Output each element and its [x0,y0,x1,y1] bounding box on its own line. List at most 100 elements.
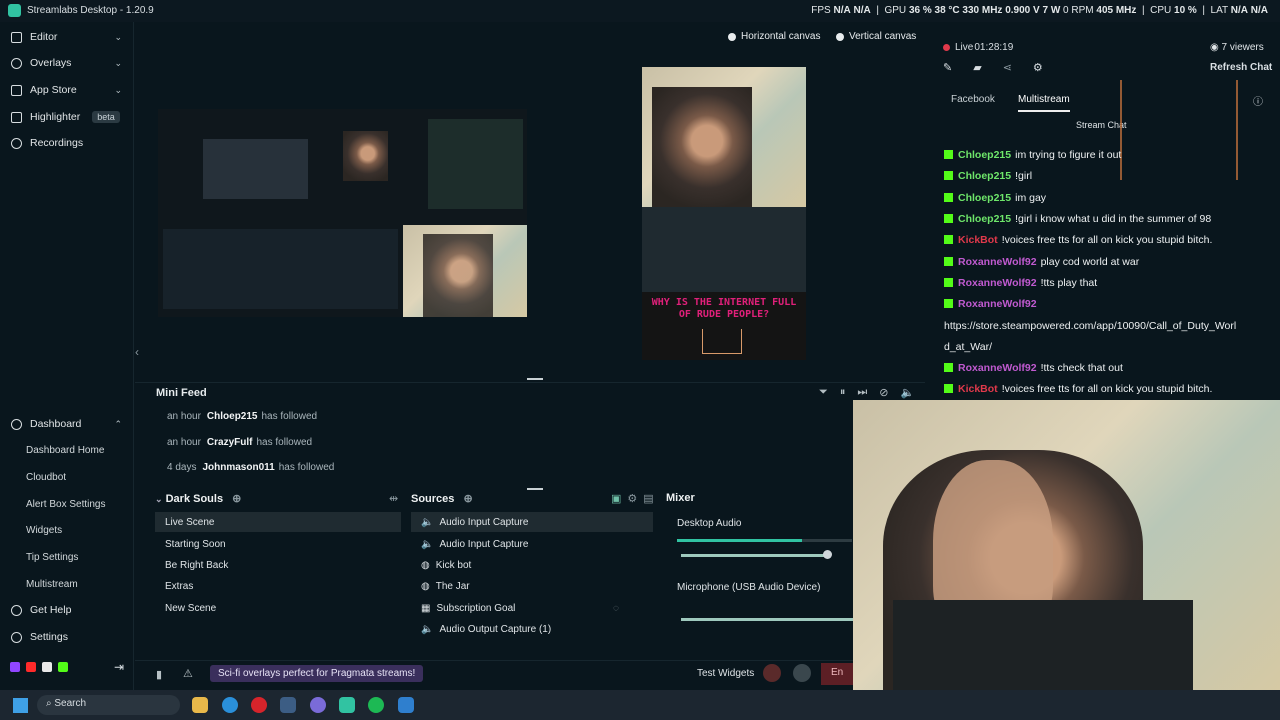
chat-username[interactable]: Chloep215 [958,213,1011,225]
source-item[interactable]: ◍ The Jar [411,576,653,596]
collapse-left-icon[interactable]: ‹ [135,345,139,359]
taskbar-search[interactable]: ⌕ Search [37,695,180,715]
mute-alerts-icon[interactable]: ⊘ [879,386,888,399]
sidebar-subitem-cloudbot[interactable]: Cloudbot [26,472,66,483]
app-icon[interactable] [398,697,414,713]
hidden-eye-icon[interactable]: ◌ [613,603,619,614]
sidebar-item-label: Get Help [30,604,72,616]
promo-banner[interactable]: Sci-fi overlays perfect for Pragmata str… [210,665,424,682]
chat-username[interactable]: KickBot [958,234,998,246]
chat-message: Chloep215 im trying to figure it out [944,145,1274,166]
chat-tab-facebook[interactable]: Facebook [951,94,995,105]
chat-username[interactable]: Chloep215 [958,170,1011,182]
resize-handle[interactable] [527,378,543,380]
sidebar-item-editor[interactable]: Editor ⌄ [0,24,134,50]
sidebar-item-get-help[interactable]: Get Help [0,597,134,623]
vertical-preview[interactable]: WHY IS THE INTERNET FULL OF RUDE PEOPLE? [642,67,806,360]
chat-username[interactable]: Chloep215 [958,192,1011,204]
replay-buffer-button[interactable] [793,664,811,682]
horizontal-canvas-toggle[interactable]: Horizontal canvas [728,31,820,42]
horizontal-preview[interactable] [158,109,527,317]
edge-icon[interactable] [222,697,238,713]
chat-username[interactable]: RoxanneWolf92 [958,256,1037,268]
discord-icon[interactable] [310,697,326,713]
record-button[interactable] [763,664,781,682]
chat-link[interactable]: https://store.steampowered.com/app/10090… [944,316,1274,337]
vertical-canvas-toggle[interactable]: Vertical canvas [836,31,916,42]
chat-username[interactable]: RoxanneWolf92 [958,277,1037,289]
sidebar-item-highlighter[interactable]: Highlighter beta [0,104,134,130]
windows-start-icon[interactable] [13,698,28,713]
filter-icon[interactable]: ⏷ [819,386,828,399]
skip-icon[interactable]: ⏭ [857,386,867,399]
volume-slider-handle[interactable] [823,550,832,559]
chat-username[interactable]: RoxanneWolf92 [958,298,1037,310]
kick-icon [944,171,953,180]
spotify-icon[interactable] [368,697,384,713]
youtube-icon[interactable] [26,662,36,672]
volume-slider[interactable] [681,618,856,621]
scene-item-extras[interactable]: Extras [155,576,401,596]
edit-icon[interactable]: ✎ [943,61,952,74]
editor-icon [11,31,22,43]
sidebar-item-label: Overlays [30,57,72,69]
sidebar-item-recordings[interactable]: Recordings [0,130,134,156]
sidebar-subitem-tip-settings[interactable]: Tip Settings [26,552,78,563]
scene-item-new-scene[interactable]: New Scene [155,598,401,618]
feed-user[interactable]: CrazyFulf [207,437,253,448]
audio-meter [677,539,852,542]
sidebar-subitem-multistream[interactable]: Multistream [26,579,78,590]
source-item[interactable]: 🔈 Audio Input Capture [411,534,653,554]
chat-username[interactable]: Chloep215 [958,149,1011,161]
source-settings-icon[interactable]: ⚙ [627,492,637,505]
sidebar-subitem-dashboard-home[interactable]: Dashboard Home [26,445,104,456]
steam-icon[interactable] [280,697,296,713]
streamlabs-taskbar-icon[interactable] [339,697,355,713]
performance-icon[interactable]: ▮ [156,668,162,681]
horizontal-canvas-label: Horizontal canvas [741,31,821,42]
volume-icon[interactable]: 🔈 [900,386,914,399]
chat-tab-multistream[interactable]: Multistream [1018,94,1070,112]
tiktok-icon[interactable] [42,662,52,672]
info-icon[interactable]: ⓘ [1253,93,1263,108]
folder-icon[interactable]: ▰ [973,61,981,74]
source-item[interactable]: ◍ Kick bot [411,555,653,575]
chat-link-cont[interactable]: d_at_War/ [944,337,1274,358]
scene-collection-title[interactable]: ⌄ Dark Souls ⊕ [155,492,241,505]
feed-user[interactable]: Johnmason011 [202,462,274,473]
scene-item-be-right-back[interactable]: Be Right Back [155,555,401,575]
sidebar-subitem-alert-box-settings[interactable]: Alert Box Settings [26,499,105,510]
scene-item-starting-soon[interactable]: Starting Soon [155,534,401,554]
sidebar-item-settings[interactable]: Settings [0,624,134,650]
source-folder-icon[interactable]: ▣ [611,492,621,505]
opera-icon[interactable] [251,697,267,713]
source-item[interactable]: ▦ Subscription Goal ◌ [411,598,653,618]
kick-icon[interactable] [58,662,68,672]
resize-handle-2[interactable] [527,488,543,490]
scene-item-live-scene[interactable]: Live Scene [155,512,401,532]
sidebar-item-dashboard[interactable]: Dashboard ⌃ [0,411,134,437]
scene-transitions-icon[interactable]: ⇹ [389,492,398,505]
sidebar-item-overlays[interactable]: Overlays ⌄ [0,50,134,76]
volume-slider[interactable] [681,554,826,557]
chat-text: !girl [1015,170,1033,182]
add-folder-icon[interactable]: ▤ [643,492,653,505]
share-icon[interactable]: ⋖ [1003,61,1012,74]
sidebar-item-app-store[interactable]: App Store ⌄ [0,77,134,103]
add-scene-icon[interactable]: ⊕ [232,493,241,505]
feed-user[interactable]: Chloep215 [207,411,258,422]
sidebar-subitem-widgets[interactable]: Widgets [26,525,62,536]
chat-username[interactable]: KickBot [958,383,998,395]
refresh-chat-button[interactable]: Refresh Chat [1210,62,1272,73]
gear-icon[interactable]: ⚙ [1033,61,1043,74]
chat-username[interactable]: RoxanneWolf92 [958,362,1037,374]
file-explorer-icon[interactable] [192,697,208,713]
test-widgets-button[interactable]: Test Widgets [697,668,754,679]
alert-icon[interactable]: ⚠ [183,667,193,680]
source-item[interactable]: 🔈 Audio Output Capture (1) [411,619,653,639]
twitch-icon[interactable] [10,662,20,672]
logout-icon[interactable]: ⇥ [114,660,124,674]
pause-icon[interactable]: ⏸ [840,386,846,399]
add-source-icon[interactable]: ⊕ [463,493,472,505]
source-item[interactable]: 🔈 Audio Input Capture [411,512,653,532]
